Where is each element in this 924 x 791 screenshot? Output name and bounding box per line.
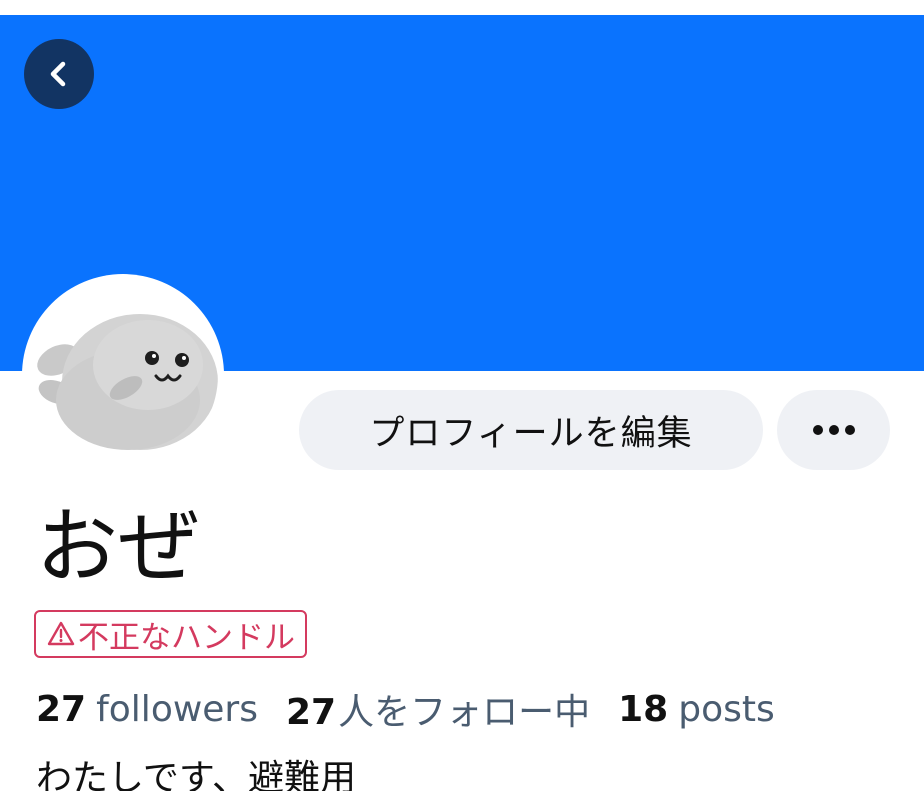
avatar[interactable] [28, 280, 218, 470]
profile-page: プロフィールを編集 おぜ 不正なハンドル 27 followers 27 人をフ… [0, 0, 924, 791]
following-count: 27 [286, 692, 337, 733]
posts-label: posts [678, 688, 775, 730]
following-stat[interactable]: 27 人をフォロー中 [286, 683, 590, 735]
followers-label: followers [96, 688, 258, 730]
chevron-left-icon [50, 61, 66, 87]
profile-stats: 27 followers 27 人をフォロー中 18 posts [36, 684, 803, 734]
warning-triangle-icon [47, 621, 75, 646]
display-name: おぜ [36, 500, 201, 595]
followers-count: 27 [36, 688, 87, 730]
invalid-handle-badge[interactable]: 不正なハンドル [34, 610, 307, 658]
posts-count: 18 [618, 688, 669, 730]
avatar-frame[interactable] [22, 274, 224, 476]
following-label: 人をフォロー中 [338, 692, 591, 733]
status-strip [0, 0, 924, 15]
seal-avatar-icon [37, 314, 218, 450]
ellipsis-icon [812, 425, 855, 435]
back-button[interactable] [24, 39, 94, 109]
posts-stat: 18 posts [618, 689, 775, 730]
invalid-handle-label: 不正なハンドル [78, 619, 295, 656]
edit-profile-button[interactable]: プロフィールを編集 [299, 390, 763, 470]
followers-stat[interactable]: 27 followers [36, 689, 258, 730]
profile-bio: わたしです、避難用 [36, 758, 357, 791]
more-options-button[interactable] [777, 390, 890, 470]
